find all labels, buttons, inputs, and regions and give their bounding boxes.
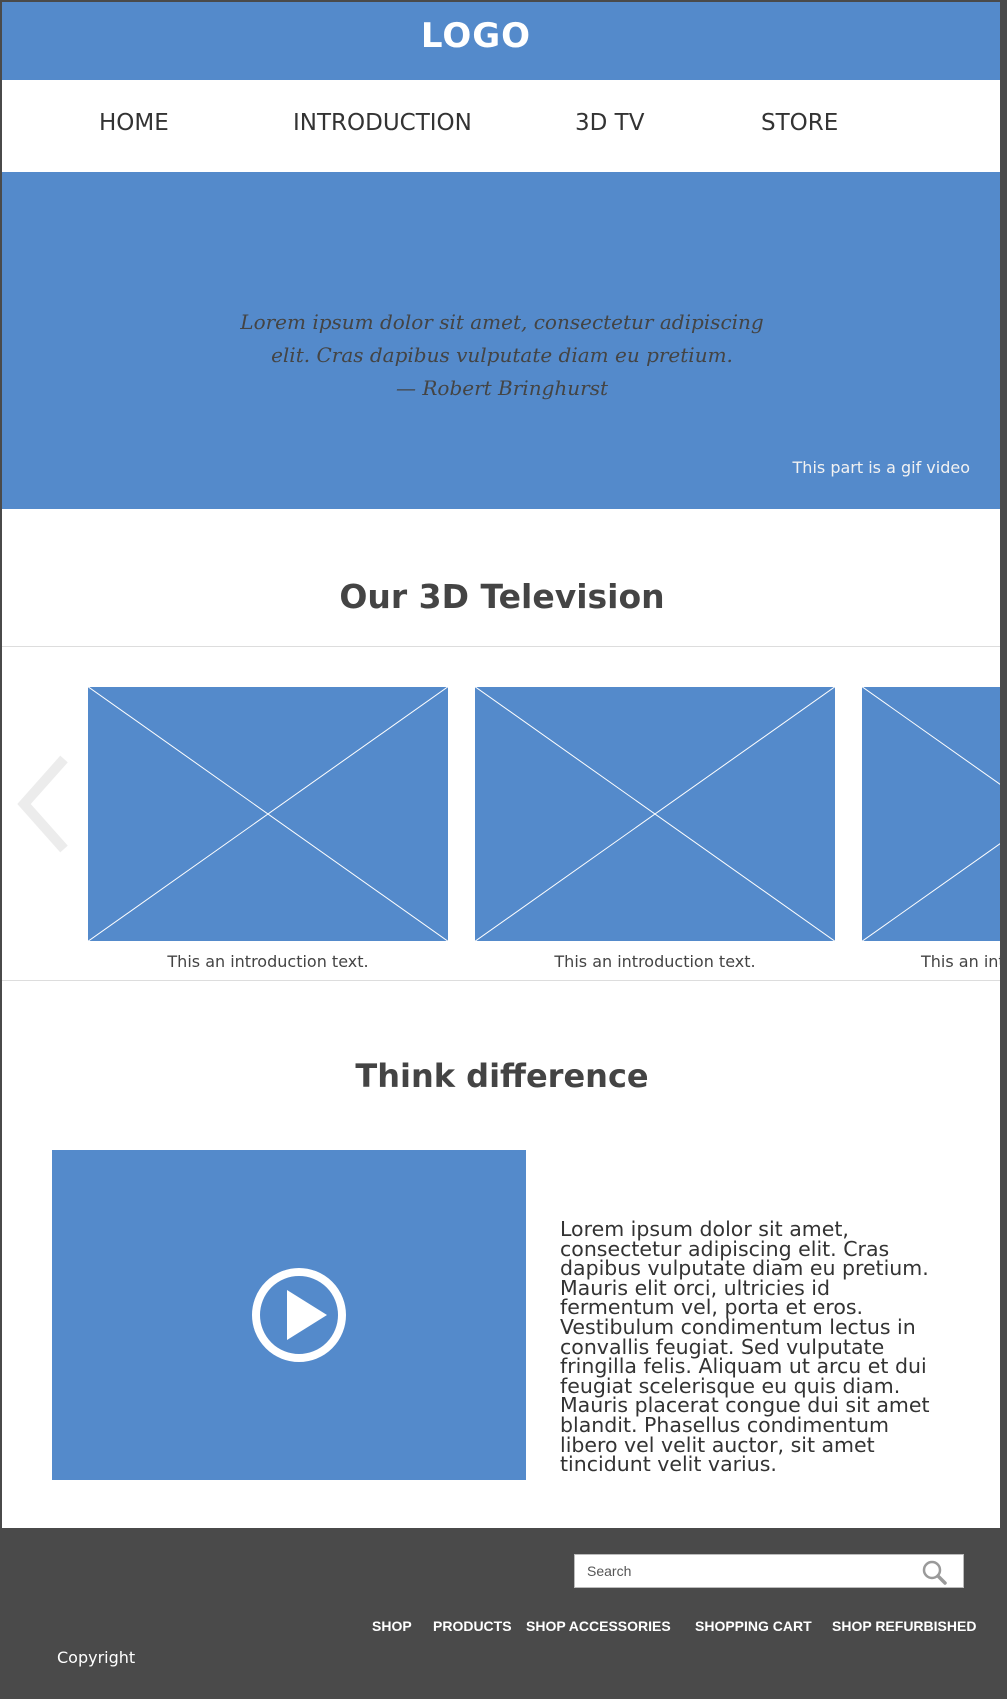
chevron-left-icon[interactable] <box>14 754 74 854</box>
carousel-slide[interactable]: This an introduction text. <box>87 686 449 971</box>
search-icon[interactable] <box>921 1559 947 1585</box>
footer-link-shopping-cart[interactable]: SHOPPING CART <box>695 1618 812 1634</box>
quote-attribution: — Robert Bringhurst <box>395 376 608 400</box>
page: LOGO HOME INTRODUCTION 3D TV STORE Lorem… <box>2 2 1000 1528</box>
carousel-slide[interactable]: This an introduction text. <box>474 686 836 971</box>
gif-video-note: This part is a gif video <box>792 458 970 477</box>
play-icon[interactable] <box>251 1267 347 1363</box>
search-input[interactable] <box>587 1561 907 1581</box>
slide-caption: This an int <box>921 952 1000 971</box>
image-placeholder-icon <box>87 686 449 942</box>
quote-line: Lorem ipsum dolor sit amet, consectetur … <box>240 310 764 334</box>
video-player[interactable] <box>52 1150 526 1480</box>
footer-link-shop[interactable]: SHOP <box>372 1618 412 1634</box>
divider <box>2 980 1000 981</box>
logo[interactable]: LOGO <box>2 16 950 56</box>
copyright: Copyright <box>57 1648 136 1667</box>
nav-item-3d-tv[interactable]: 3D TV <box>575 110 644 136</box>
nav-item-introduction[interactable]: INTRODUCTION <box>293 110 472 136</box>
image-placeholder-icon <box>861 686 1000 942</box>
slide-caption: This an introduction text. <box>167 952 369 971</box>
image-placeholder-icon <box>474 686 836 942</box>
divider <box>2 646 1000 647</box>
nav-item-home[interactable]: HOME <box>99 110 169 136</box>
footer-link-shop-refurbished[interactable]: SHOP REFURBISHED <box>832 1618 976 1634</box>
footer: SHOP PRODUCTS SHOP ACCESSORIES SHOPPING … <box>0 1528 1007 1699</box>
carousel-slide[interactable]: This an int <box>861 686 1000 971</box>
section-title-think-difference: Think difference <box>355 1057 649 1095</box>
frame: LOGO HOME INTRODUCTION 3D TV STORE Lorem… <box>0 0 1007 1699</box>
slide-caption: This an introduction text. <box>554 952 756 971</box>
main-nav: HOME INTRODUCTION 3D TV STORE <box>2 80 1000 172</box>
footer-links: SHOP PRODUCTS SHOP ACCESSORIES SHOPPING … <box>0 1618 1007 1638</box>
hero-quote: Lorem ipsum dolor sit amet, consectetur … <box>202 306 802 405</box>
search-box <box>574 1554 964 1588</box>
nav-item-store[interactable]: STORE <box>761 110 838 136</box>
section-title-3d-tv: Our 3D Television <box>339 577 665 616</box>
feature-description: Lorem ipsum dolor sit amet, consectetur … <box>560 1219 970 1477</box>
header-bar: LOGO <box>2 2 1000 80</box>
footer-link-products[interactable]: PRODUCTS <box>433 1618 512 1634</box>
quote-line: elit. Cras dapibus vulputate diam eu pre… <box>271 343 733 367</box>
description-line: tincidunt velit varius. <box>560 1452 777 1477</box>
footer-link-shop-accessories[interactable]: SHOP ACCESSORIES <box>526 1618 671 1634</box>
hero-banner: Lorem ipsum dolor sit amet, consectetur … <box>2 172 1000 509</box>
